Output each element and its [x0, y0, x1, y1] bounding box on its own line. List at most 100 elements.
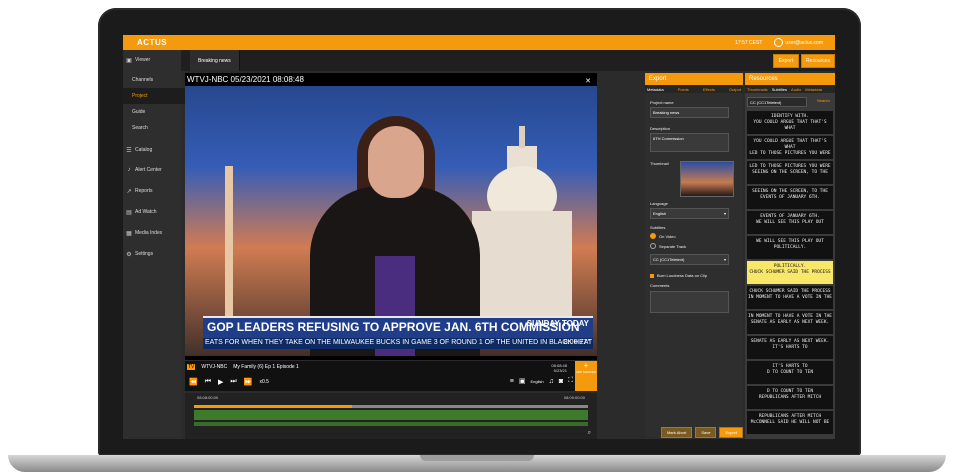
- skip-end-icon[interactable]: ⏩: [244, 378, 253, 386]
- tab-audio[interactable]: Audio: [791, 87, 801, 92]
- sidebar-item-viewer[interactable]: ▣ Viewer: [123, 52, 181, 68]
- caption-source-select[interactable]: CC (CC1Teletext): [747, 97, 807, 107]
- sidebar-item-label: Viewer: [135, 57, 151, 63]
- tab-effects[interactable]: Effects: [703, 87, 715, 92]
- thumbnail-image[interactable]: [680, 161, 734, 197]
- caption-item[interactable]: D TO COUNT TO TEN REPUBLICANS AFTER MITC…: [747, 386, 833, 410]
- comments-label: Comments: [650, 283, 670, 288]
- sidebar-item-label: Alert Center: [135, 167, 162, 173]
- project-name-input[interactable]: Breaking news: [650, 107, 729, 118]
- snapshot-icon[interactable]: ◙: [559, 378, 563, 385]
- sidebar-item-project[interactable]: Project: [123, 88, 190, 104]
- radio-on-video[interactable]: On Video: [650, 233, 676, 239]
- chevron-down-icon: ▾: [723, 257, 726, 262]
- caption-item[interactable]: SEEING ON THE SCREEN, TO THE EVENTS OF J…: [747, 186, 833, 210]
- sidebar-item-channels[interactable]: Channels: [123, 72, 190, 88]
- caption-item[interactable]: YOU COULD ARGUE THAT THAT'S WHAT LED TO …: [747, 136, 833, 160]
- language-value: English: [653, 211, 667, 216]
- rewind-icon[interactable]: ⏪: [189, 378, 198, 386]
- timecode-info: 08:08:48 5/23/21: [551, 363, 567, 373]
- sidebar-item-media-index[interactable]: ▦ Media Index: [123, 225, 181, 241]
- sidebar-item-label: Media Index: [135, 230, 163, 236]
- export-button[interactable]: Export: [773, 54, 799, 68]
- timeline: 08:08:00:00 08:09:00:00 ⌕: [185, 393, 597, 439]
- sidebar-item-guide[interactable]: Guide: [123, 104, 190, 120]
- caption-source-value: CC (CC1Teletext): [750, 100, 782, 105]
- caption-search-button[interactable]: Search: [817, 98, 830, 103]
- video-frame[interactable]: GOP LEADERS REFUSING TO APPROVE JAN. 6TH…: [185, 86, 597, 356]
- volume-icon[interactable]: ♫: [549, 378, 554, 385]
- description-input[interactable]: 6TH Commission: [650, 133, 729, 152]
- ticker: EATS FOR WHEN THEY TAKE ON THE MILWAUKEE…: [203, 338, 593, 349]
- speed-text[interactable]: x0.5: [259, 379, 268, 385]
- tab-points[interactable]: Points: [678, 87, 689, 92]
- thumbnail-label: Thumbnail: [650, 161, 669, 166]
- caption-item[interactable]: IN MOMENT TO HAVE A VOTE IN THE SENATE A…: [747, 311, 833, 335]
- tab-metadata[interactable]: Metadata: [647, 87, 664, 92]
- track-slider-icon[interactable]: ≡: [510, 378, 514, 385]
- subtitle-icon[interactable]: ▣: [519, 377, 526, 385]
- step-back-icon[interactable]: ⏮: [205, 378, 211, 386]
- laptop-notch: [420, 455, 534, 461]
- caption-item[interactable]: POLITICALLY. CHUCK SCHUMER SAID THE PROC…: [747, 261, 833, 285]
- timeline-scrubber[interactable]: [194, 405, 588, 408]
- caption-item[interactable]: LED TO THOSE PICTURES YOU WERE SEEING ON…: [747, 161, 833, 185]
- user-menu[interactable]: user@actus.com: [774, 38, 823, 47]
- caption-item[interactable]: REPUBLICANS AFTER MITCH McCONNELL SAID H…: [747, 411, 833, 435]
- fullscreen-icon[interactable]: ⛶: [568, 377, 573, 385]
- program-info: TV WTVJ-NBC My Family (6) Ep 1 Episode 1: [187, 364, 299, 370]
- burn-loudness-checkbox[interactable]: Burn Loudness Data on Clip: [650, 273, 707, 278]
- channel-name: WTVJ-NBC: [201, 364, 228, 370]
- mark-abort-button[interactable]: Mark Abort: [660, 427, 693, 438]
- resources-tabs: Thumbnails Subtitles Audio Metadata: [745, 85, 835, 93]
- ticker-text: EATS FOR WHEN THEY TAKE ON THE MILWAUKEE…: [205, 339, 593, 346]
- top-right-info: 17:57 CEST user@actus.com: [735, 38, 823, 47]
- subtitle-source-select[interactable]: CC (CC1Teletext) ▾: [650, 254, 729, 265]
- add-marker-button[interactable]: + ADD MARKER: [575, 361, 597, 391]
- tab-metadata-res[interactable]: Metadata: [805, 87, 822, 92]
- channel-badge-icon: TV: [187, 364, 196, 370]
- sidebar-item-ad-watch[interactable]: ▤ Ad Watch: [123, 204, 181, 220]
- step-forward-icon[interactable]: ⏭: [230, 378, 236, 386]
- radio-icon: [650, 233, 656, 239]
- caption-item[interactable]: CHUCK SCHUMER SAID THE PROCESS IN MOMENT…: [747, 286, 833, 310]
- sidebar-item-catalog[interactable]: ☰ Catalog: [123, 142, 181, 158]
- tab-breaking-news[interactable]: Breaking news: [190, 50, 240, 71]
- date-text: 5/23/21: [553, 368, 567, 373]
- timeline-audio[interactable]: [194, 422, 588, 426]
- comments-textarea[interactable]: [650, 291, 729, 313]
- sidebar-item-label: Channels: [132, 77, 154, 83]
- export-submit-button[interactable]: Export: [719, 427, 743, 438]
- sidebar-item-reports[interactable]: ↗ Reports: [123, 183, 181, 199]
- tab-subtitles[interactable]: Subtitles: [772, 87, 787, 92]
- index-icon: ▦: [126, 230, 132, 237]
- radio-separate-track[interactable]: Separate Track: [650, 243, 686, 249]
- close-icon[interactable]: ✕: [585, 77, 591, 85]
- checkbox-label: Burn Loudness Data on Clip: [657, 273, 708, 278]
- headline-text: GOP LEADERS REFUSING TO APPROVE JAN. 6TH…: [207, 320, 580, 334]
- resources-button[interactable]: Resources: [801, 54, 835, 68]
- tab-output[interactable]: Output: [729, 87, 741, 92]
- sidebar-item-search[interactable]: Search: [123, 120, 190, 136]
- tab-thumbnails[interactable]: Thumbnails: [747, 87, 768, 92]
- caption-item[interactable]: IT'S HARTS TO D TO COUNT TO TEN: [747, 361, 833, 385]
- app-logo: ACTUS: [137, 38, 168, 47]
- save-button[interactable]: Save: [695, 427, 717, 438]
- player-title: WTVJ-NBC 05/23/2021 08:08:48: [187, 75, 304, 84]
- caption-item[interactable]: WE WILL SEE THIS PLAY OUT POLITICALLY.: [747, 236, 833, 260]
- caption-item[interactable]: SENATE AS EARLY AS NEXT WEEK. IT'S HARTS…: [747, 336, 833, 360]
- timeline-clip[interactable]: [194, 410, 588, 420]
- sidebar-item-settings[interactable]: ⚙ Settings: [123, 246, 181, 262]
- sidebar-item-alert-center[interactable]: ♪ Alert Center: [123, 162, 181, 178]
- subtitle-source-value: CC (CC1Teletext): [653, 257, 685, 262]
- sidebar-item-label: Catalog: [135, 147, 153, 153]
- checkbox-icon: [650, 273, 654, 278]
- description-label: Description: [650, 126, 671, 131]
- language-text[interactable]: English: [530, 379, 543, 384]
- play-icon[interactable]: ▶: [218, 378, 223, 386]
- caption-item[interactable]: EVENTS OF JANUARY 6TH. WE WILL SEE THIS …: [747, 211, 833, 235]
- caption-item[interactable]: IDENTIFY WITH. YOU COULD ARGUE THAT THAT…: [747, 111, 833, 135]
- program-name: My Family (6) Ep 1 Episode 1: [233, 364, 299, 370]
- language-select[interactable]: English ▾: [650, 208, 729, 219]
- zoom-icon[interactable]: ⌕: [588, 430, 591, 437]
